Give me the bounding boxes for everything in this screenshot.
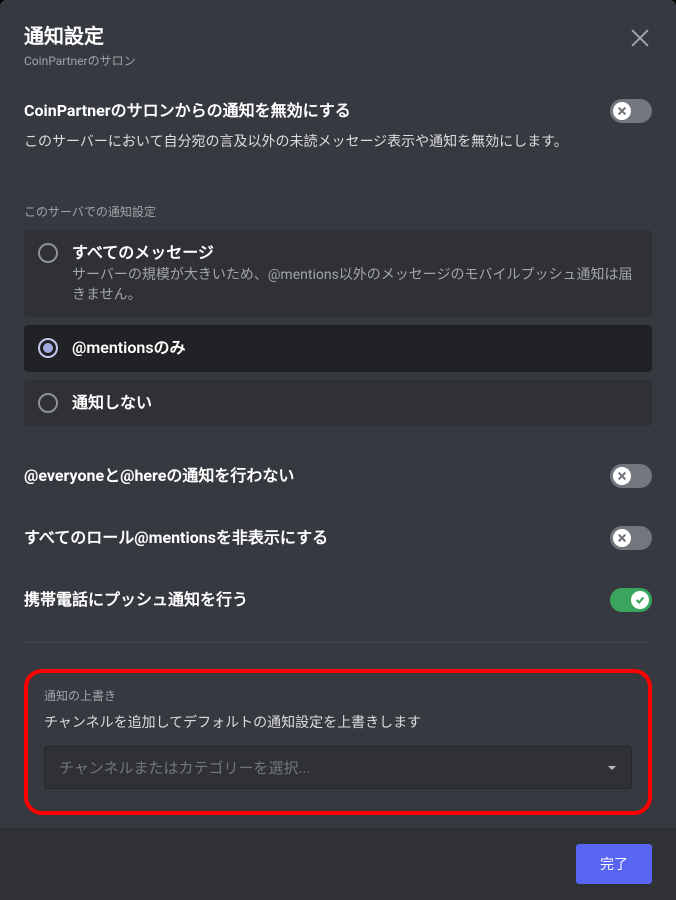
select-placeholder: チャンネルまたはカテゴリーを選択...: [59, 757, 310, 778]
modal-content[interactable]: CoinPartnerのサロンからの通知を無効にする このサーバーにおいて自分宛…: [0, 85, 676, 828]
notification-settings-modal: 通知設定 CoinPartnerのサロン CoinPartnerのサロンからの通…: [0, 0, 676, 900]
radio-desc: サーバーの規模が大きいため、@mentions以外のメッセージのモバイルプッシュ…: [72, 266, 638, 305]
toggle-knob: [613, 467, 631, 485]
suppress-everyone-label: @everyoneと@hereの通知を行わない: [24, 465, 294, 487]
toggle-knob: [631, 591, 649, 609]
notification-radio-group: すべてのメッセージ サーバーの規模が大きいため、@mentions以外のメッセー…: [24, 230, 652, 434]
suppress-everyone-section: @everyoneと@hereの通知を行わない: [24, 460, 652, 492]
radio-mentions-only[interactable]: @mentionsのみ: [24, 325, 652, 371]
override-subtitle: チャンネルを追加してデフォルトの通知設定を上書きします: [44, 712, 632, 732]
override-channel-select[interactable]: チャンネルまたはカテゴリーを選択...: [44, 746, 632, 789]
mute-description: このサーバーにおいて自分宛の言及以外の未読メッセージ表示や通知を無効にします。: [24, 133, 652, 153]
suppress-roles-label: すべてのロール@mentionsを非表示にする: [24, 527, 328, 549]
suppress-roles-section: すべてのロール@mentionsを非表示にする: [24, 522, 652, 554]
close-button[interactable]: [628, 28, 652, 52]
modal-header: 通知設定 CoinPartnerのサロン: [0, 0, 676, 85]
suppress-roles-toggle[interactable]: [610, 526, 652, 550]
radio-title: 通知しない: [72, 392, 638, 414]
toggle-knob: [613, 529, 631, 547]
mobile-push-section: 携帯電話にプッシュ通知を行う: [24, 584, 652, 616]
server-notification-label: このサーバでの通知設定: [24, 203, 652, 220]
radio-icon: [38, 393, 58, 413]
mute-section: CoinPartnerのサロンからの通知を無効にする このサーバーにおいて自分宛…: [24, 95, 652, 153]
done-button[interactable]: 完了: [576, 844, 652, 884]
modal-title: 通知設定: [24, 24, 652, 48]
chevron-down-icon: [607, 758, 617, 777]
mobile-push-label: 携帯電話にプッシュ通知を行う: [24, 589, 248, 611]
override-title: 通知の上書き: [44, 687, 632, 704]
mute-title: CoinPartnerのサロンからの通知を無効にする: [24, 100, 351, 122]
radio-title: すべてのメッセージ: [72, 242, 638, 264]
mute-toggle[interactable]: [610, 99, 652, 123]
radio-title: @mentionsのみ: [72, 337, 638, 359]
suppress-everyone-toggle[interactable]: [610, 464, 652, 488]
radio-none[interactable]: 通知しない: [24, 380, 652, 426]
mobile-push-toggle[interactable]: [610, 588, 652, 612]
override-section: 通知の上書き チャンネルを追加してデフォルトの通知設定を上書きします チャンネル…: [24, 669, 652, 815]
modal-footer: 完了: [0, 828, 676, 900]
radio-all-messages[interactable]: すべてのメッセージ サーバーの規模が大きいため、@mentions以外のメッセー…: [24, 230, 652, 318]
radio-icon: [38, 338, 58, 358]
close-icon: [629, 27, 651, 53]
divider: [24, 642, 652, 643]
modal-subtitle: CoinPartnerのサロン: [24, 52, 652, 69]
radio-icon: [38, 243, 58, 263]
toggle-knob: [613, 102, 631, 120]
